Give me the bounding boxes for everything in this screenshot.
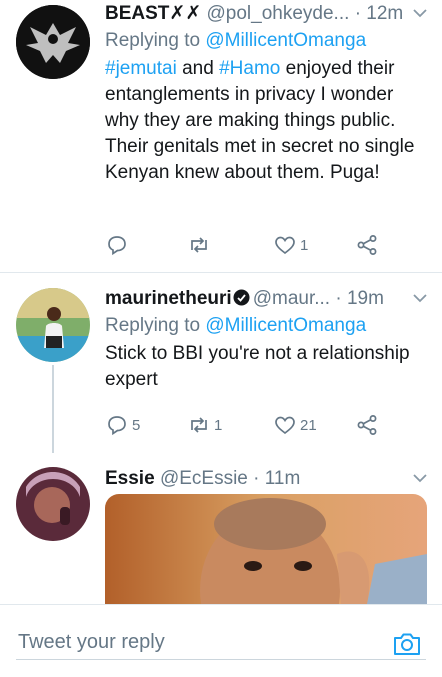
tweet-media-image[interactable] <box>105 494 427 604</box>
like-count: 21 <box>300 416 317 434</box>
thread-line <box>52 365 54 453</box>
like-count: 1 <box>300 236 309 254</box>
mention-link[interactable]: @MillicentOmanga <box>205 30 366 51</box>
chevron-down-icon[interactable] <box>412 289 428 313</box>
avatar[interactable] <box>16 5 90 79</box>
handle[interactable]: @pol_ohkeyde... <box>207 3 350 24</box>
timestamp: · 19m <box>335 288 384 309</box>
verified-badge-icon <box>233 289 250 306</box>
camera-icon <box>394 633 420 655</box>
timestamp: · 12m <box>354 3 404 24</box>
chevron-down-icon[interactable] <box>412 4 428 28</box>
reply-button[interactable] <box>105 232 132 258</box>
tweet-header: BEAST✗✗ @pol_ohkeyde... · 12m <box>105 2 428 26</box>
tweet-text: #jemutai and #Hamo enjoyed their entangl… <box>105 58 415 183</box>
reply-icon <box>108 236 126 256</box>
tweet-3[interactable]: Essie @EcEssie · 11m <box>0 453 442 604</box>
avatar[interactable] <box>16 288 90 362</box>
retweet-count: 1 <box>214 416 223 434</box>
mention-link[interactable]: @MillicentOmanga <box>205 315 366 336</box>
tweet-text: Stick to BBI you're not a relationship e… <box>105 343 410 390</box>
retweet-button[interactable] <box>187 232 214 258</box>
share-icon <box>357 235 377 255</box>
tweet-2[interactable]: maurinetheuri @maur... · 19m Replying to … <box>0 273 442 453</box>
tweet-header: Essie @EcEssie · 11m <box>105 467 428 491</box>
retweet-icon <box>191 237 207 253</box>
retweet-icon <box>191 417 207 433</box>
tweet-header: maurinetheuri @maur... · 19m <box>105 287 428 311</box>
share-button[interactable] <box>355 232 379 258</box>
display-name[interactable]: Essie <box>105 468 155 489</box>
reply-composer <box>0 604 442 677</box>
camera-button[interactable] <box>392 629 422 659</box>
baby-photo-icon <box>105 494 427 604</box>
tweet-reply-input[interactable] <box>16 625 350 659</box>
hashtag-link[interactable]: #Hamo <box>219 58 280 79</box>
handle[interactable]: @maur... <box>253 288 330 309</box>
eagle-avatar-icon <box>16 5 90 79</box>
timestamp: · 11m <box>253 468 301 489</box>
replying-to: Replying to @MillicentOmanga <box>105 315 367 336</box>
avatar[interactable] <box>16 467 90 541</box>
profile-photo-icon <box>16 467 90 541</box>
profile-photo-icon <box>16 288 90 362</box>
handle[interactable]: @EcEssie <box>160 468 248 489</box>
hashtag-link[interactable]: #jemutai <box>105 58 177 79</box>
like-button[interactable]: 21 <box>273 412 317 438</box>
input-underline <box>16 659 426 660</box>
chevron-down-icon[interactable] <box>412 469 428 493</box>
share-button[interactable] <box>355 412 379 438</box>
replying-to: Replying to @MillicentOmanga <box>105 30 367 51</box>
heart-icon <box>275 236 295 255</box>
heart-icon <box>275 416 295 435</box>
display-name[interactable]: BEAST✗✗ <box>105 3 201 24</box>
share-icon <box>357 415 377 435</box>
reply-button[interactable]: 5 <box>105 412 140 438</box>
reply-count: 5 <box>132 416 141 434</box>
retweet-button[interactable]: 1 <box>187 412 222 438</box>
like-button[interactable]: 1 <box>273 232 308 258</box>
reply-icon <box>108 416 126 436</box>
display-name[interactable]: maurinetheuri <box>105 288 232 309</box>
tweet-1[interactable]: BEAST✗✗ @pol_ohkeyde... · 12m Replying t… <box>0 0 442 272</box>
